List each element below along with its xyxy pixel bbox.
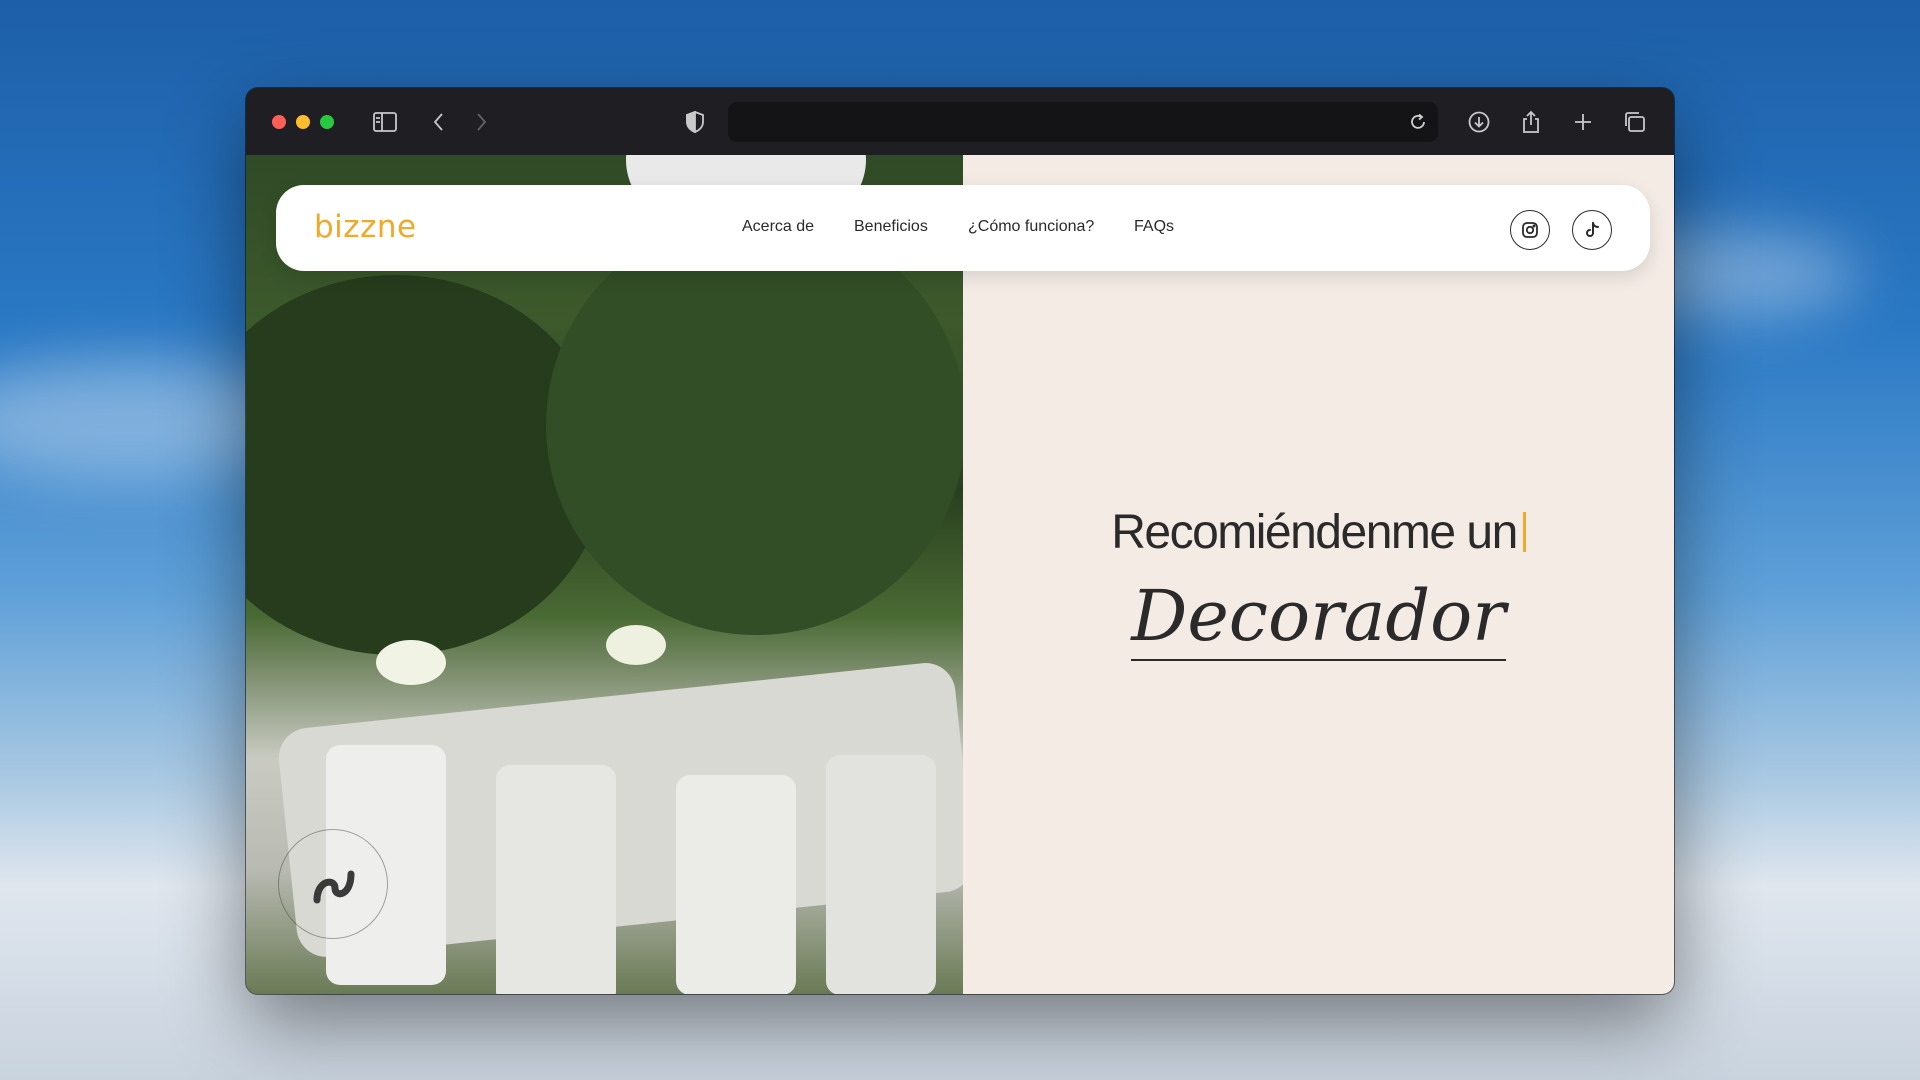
zoom-button[interactable] xyxy=(320,114,334,129)
tabs-overview-icon[interactable] xyxy=(1622,110,1648,134)
chevron-left-icon[interactable] xyxy=(426,110,452,134)
hero-line1: Recomiéndenme un xyxy=(1111,506,1518,559)
typing-cursor xyxy=(1522,512,1526,552)
site-navbar: bizzne Acerca de Beneficios ¿Cómo funcio… xyxy=(276,185,1650,271)
hero-script-word: Decorador xyxy=(963,575,1674,661)
download-icon[interactable] xyxy=(1466,110,1492,134)
instagram-icon[interactable] xyxy=(1510,210,1550,250)
nav-link-faqs[interactable]: FAQs xyxy=(1134,218,1174,236)
hero-text-pane: Recomiéndenme un Decorador xyxy=(963,155,1674,994)
nav-link-como-funciona[interactable]: ¿Cómo funciona? xyxy=(968,218,1094,236)
nav-link-acerca[interactable]: Acerca de xyxy=(742,218,814,236)
share-icon[interactable] xyxy=(1518,110,1544,134)
sidebar-icon[interactable] xyxy=(372,110,398,134)
nav-link-beneficios[interactable]: Beneficios xyxy=(854,218,928,236)
browser-toolbar xyxy=(246,88,1674,155)
reload-icon[interactable] xyxy=(1408,112,1428,137)
nav-links: Acerca de Beneficios ¿Cómo funciona? FAQ… xyxy=(276,185,1650,271)
hero-line2: Decorador xyxy=(1131,575,1506,661)
shield-icon[interactable] xyxy=(682,110,708,134)
watermark-badge xyxy=(278,829,388,939)
tiktok-icon[interactable] xyxy=(1572,210,1612,250)
address-bar[interactable] xyxy=(728,102,1438,142)
hero-photo xyxy=(246,155,963,994)
page-content: Recomiéndenme un Decorador bizzne Acerca… xyxy=(246,155,1674,994)
window-controls xyxy=(272,114,334,129)
minimize-button[interactable] xyxy=(296,114,310,129)
plus-icon[interactable] xyxy=(1570,110,1596,134)
chevron-right-icon[interactable] xyxy=(468,110,494,134)
hero-headline: Recomiéndenme un xyxy=(963,505,1674,560)
browser-window: Recomiéndenme un Decorador bizzne Acerca… xyxy=(246,88,1674,994)
close-button[interactable] xyxy=(272,114,286,129)
